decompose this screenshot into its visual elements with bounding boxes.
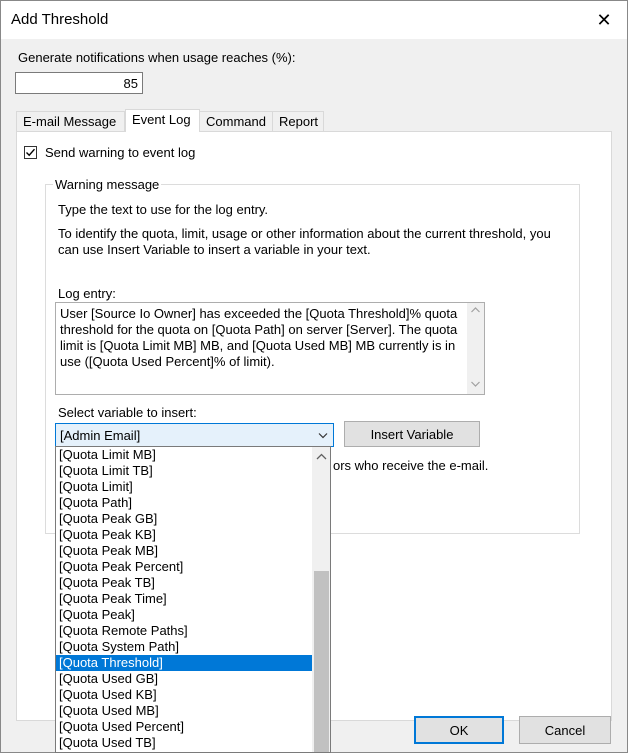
dropdown-item[interactable]: [Quota Limit TB] bbox=[56, 463, 314, 479]
dropdown-scrollbar[interactable] bbox=[312, 447, 330, 752]
send-warning-label: Send warning to event log bbox=[45, 145, 196, 160]
dropdown-item[interactable]: [Quota Path] bbox=[56, 495, 314, 511]
insert-variable-button[interactable]: Insert Variable bbox=[344, 421, 480, 447]
dropdown-item[interactable]: [Quota Used KB] bbox=[56, 687, 314, 703]
dropdown-item[interactable]: [Quota Used GB] bbox=[56, 671, 314, 687]
variable-dropdown-list[interactable]: [Quota Limit MB] [Quota Limit TB] [Quota… bbox=[55, 446, 331, 753]
dropdown-item[interactable]: [Quota Used TB] bbox=[56, 735, 314, 751]
ok-button[interactable]: OK bbox=[414, 716, 504, 744]
tab-report[interactable]: Report bbox=[272, 111, 324, 131]
dropdown-scroll-thumb[interactable] bbox=[314, 571, 329, 752]
log-entry-label: Log entry: bbox=[58, 286, 116, 301]
dropdown-item[interactable]: [Quota Peak] bbox=[56, 607, 314, 623]
dropdown-item[interactable]: [Quota Peak Time] bbox=[56, 591, 314, 607]
dropdown-item[interactable]: [Quota System Path] bbox=[56, 639, 314, 655]
dropdown-item[interactable]: [Quota Peak KB] bbox=[56, 527, 314, 543]
variable-select[interactable]: [Admin Email] bbox=[55, 423, 334, 447]
warning-message-group-title: Warning message bbox=[53, 177, 162, 192]
variable-description-text: ors who receive the e-mail. bbox=[333, 458, 489, 473]
scroll-arrows-icon bbox=[471, 307, 480, 387]
dropdown-item[interactable]: [Quota Remote Paths] bbox=[56, 623, 314, 639]
threshold-percent-value: 85 bbox=[123, 76, 138, 91]
cancel-button[interactable]: Cancel bbox=[519, 716, 611, 744]
log-entry-textarea[interactable]: User [Source Io Owner] has exceeded the … bbox=[55, 302, 485, 395]
instruction-text-2: To identify the quota, limit, usage or o… bbox=[58, 226, 551, 257]
dropdown-items: [Quota Limit MB] [Quota Limit TB] [Quota… bbox=[56, 447, 314, 751]
tab-event-log[interactable]: Event Log bbox=[125, 109, 200, 132]
dropdown-item[interactable]: [Quota Limit] bbox=[56, 479, 314, 495]
dropdown-item[interactable]: [Quota Limit MB] bbox=[56, 447, 314, 463]
dropdown-item-highlighted[interactable]: [Quota Threshold] bbox=[56, 655, 314, 671]
close-icon: ✕ bbox=[596, 9, 612, 30]
tab-email-message[interactable]: E-mail Message bbox=[16, 111, 125, 131]
checkmark-icon bbox=[26, 148, 36, 157]
notify-threshold-label: Generate notifications when usage reache… bbox=[18, 50, 296, 65]
threshold-percent-input[interactable]: 85 bbox=[15, 72, 143, 94]
dropdown-item[interactable]: [Quota Peak GB] bbox=[56, 511, 314, 527]
tab-command[interactable]: Command bbox=[199, 111, 273, 131]
variable-select-value: [Admin Email] bbox=[60, 428, 141, 443]
instruction-text-1: Type the text to use for the log entry. bbox=[58, 202, 269, 217]
dropdown-item[interactable]: [Quota Peak Percent] bbox=[56, 559, 314, 575]
title-bar[interactable]: Add Threshold ✕ bbox=[1, 1, 627, 39]
log-entry-scrollbar[interactable] bbox=[467, 303, 484, 394]
dropdown-item[interactable]: [Quota Peak MB] bbox=[56, 543, 314, 559]
chevron-down-icon bbox=[318, 433, 328, 439]
dialog-title: Add Threshold bbox=[11, 11, 109, 28]
dropdown-item[interactable]: [Quota Peak TB] bbox=[56, 575, 314, 591]
dropdown-item[interactable]: [Quota Used Percent] bbox=[56, 719, 314, 735]
scroll-up-icon[interactable] bbox=[316, 453, 327, 460]
log-entry-text: User [Source Io Owner] has exceeded the … bbox=[60, 306, 458, 369]
send-warning-checkbox[interactable] bbox=[24, 146, 37, 159]
select-variable-label: Select variable to insert: bbox=[58, 405, 197, 420]
dropdown-item[interactable]: [Quota Used MB] bbox=[56, 703, 314, 719]
close-button[interactable]: ✕ bbox=[581, 1, 627, 39]
